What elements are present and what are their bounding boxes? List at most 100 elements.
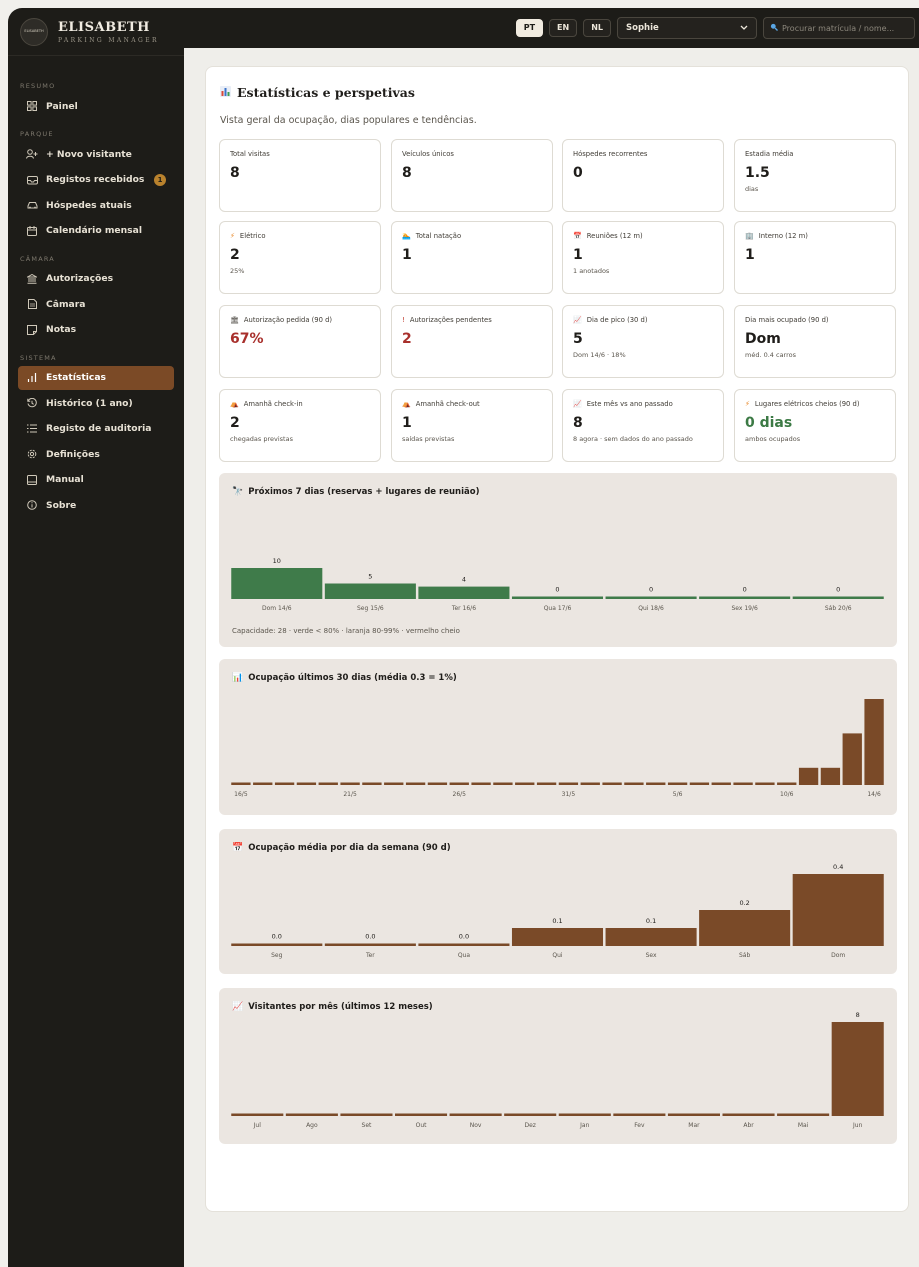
chart-bar — [362, 782, 382, 785]
x-tick-label: 16/5 — [234, 791, 248, 798]
chart-bar — [733, 782, 753, 785]
sidebar-item-manual[interactable]: Manual — [18, 468, 174, 492]
count-badge: 1 — [154, 173, 166, 186]
sidebar-item-registos-recebidos[interactable]: Registos recebidos 1 — [18, 168, 174, 192]
stat-value: 1 — [402, 415, 412, 431]
stat-card: 📈 Dia de pico (30 d) 5 Dom 14/6 · 18% — [562, 305, 724, 378]
search-box[interactable]: Procurar matrícula / nome... — [763, 17, 915, 39]
chart-bar — [340, 782, 360, 785]
book-icon — [26, 474, 38, 485]
chart-bar — [253, 782, 273, 785]
chart-panel-weekday-average: 📅 Ocupação média por dia da semana (90 d… — [219, 829, 897, 974]
sidebar-item-estatisticas[interactable]: Estatísticas — [18, 365, 174, 390]
stat-icon: 📅 — [573, 232, 582, 240]
brand: ELISABETH ELISABETH PARKING MANAGER — [8, 8, 184, 56]
stat-label-text: Este mês vs ano passado — [586, 400, 673, 408]
stat-label: ! Autorizações pendentes — [402, 316, 542, 324]
stat-label-text: Elétrico — [239, 232, 266, 240]
sidebar-item-sobre[interactable]: Sobre — [18, 493, 174, 517]
sidebar-item-definicoes[interactable]: Definições — [18, 442, 174, 466]
stat-icon: ⚡ — [745, 400, 750, 408]
sidebar-item-label: Histórico (1 ano) — [46, 397, 133, 409]
chart-bar — [689, 782, 710, 785]
x-tick-label: 10/6 — [780, 791, 794, 798]
stat-label-text: Amanhã check-out — [415, 400, 480, 408]
app-window: ELISABETH ELISABETH PARKING MANAGER RESU… — [8, 8, 919, 1267]
stat-card: Hóspedes recorrentes 0 — [562, 139, 724, 212]
bar-value-label: 0.1 — [552, 917, 562, 925]
sidebar-item-novo-visitante[interactable]: + Novo visitante — [18, 142, 174, 166]
stat-icon: ⛺ — [402, 400, 411, 408]
sidebar-item-label: Registos recebidos — [46, 174, 145, 185]
sidebar-item-historico[interactable]: Histórico (1 ano) — [18, 391, 174, 415]
stat-label-text: Dia de pico (30 d) — [586, 316, 648, 324]
lang-button-pt[interactable]: PT — [515, 19, 544, 37]
sidebar-item-notas[interactable]: Notas — [18, 318, 174, 342]
stat-label: 🏊 Total natação — [402, 232, 542, 240]
stat-subtext: ambos ocupados — [745, 435, 801, 443]
brand-logo[interactable]: ELISABETH — [20, 17, 48, 46]
stat-card: Veículos únicos 8 — [391, 139, 553, 212]
chart-bar — [384, 782, 404, 785]
search-input[interactable]: Procurar matrícula / nome... — [782, 24, 894, 33]
stat-card: Total visitas 8 — [219, 139, 381, 212]
top-bar: PT EN NL Sophie Procurar matrícula / nom… — [184, 8, 919, 48]
sidebar-item-calendario-mensal[interactable]: Calendário mensal — [18, 219, 174, 243]
chart-bar — [558, 782, 579, 785]
nav-section-camara: CÂMARA — [20, 254, 55, 263]
sidebar-item-label: Sobre — [46, 499, 77, 511]
chart-bar — [777, 1113, 830, 1116]
stat-label: 🏢 Interno (12 m) — [745, 232, 885, 240]
sidebar-item-painel[interactable]: Painel — [18, 94, 174, 118]
bar-value-label: 0.0 — [365, 933, 375, 941]
stat-label-text: Reuniões (12 m) — [586, 232, 643, 240]
chart-bar — [285, 1113, 338, 1116]
lang-button-nl[interactable]: NL — [583, 19, 611, 37]
chart-bar — [231, 1113, 284, 1116]
stat-label: 📅 Reuniões (12 m) — [573, 232, 713, 240]
stat-label-text: Dia mais ocupado (90 d) — [745, 316, 829, 324]
chart-bar — [231, 943, 323, 946]
stat-icon: 📈 — [573, 316, 582, 324]
sidebar-item-autorizacoes[interactable]: Autorizações — [18, 267, 174, 291]
x-tick-label: Sex 19/6 — [731, 605, 758, 612]
chart-panel-next-7-days: 🔭 Próximos 7 dias (reservas + lugares de… — [219, 473, 897, 647]
user-select[interactable]: Sophie — [617, 17, 757, 39]
chart-bar — [777, 782, 797, 785]
nav-section-resumo: RESUMO — [20, 82, 56, 90]
gear-icon — [26, 449, 38, 459]
stat-label: Estadia média — [745, 150, 885, 158]
sidebar-item-hospedes-atuais[interactable]: Hóspedes atuais — [18, 193, 174, 217]
stat-value: 1 — [745, 247, 755, 263]
sidebar-item-registo-auditoria[interactable]: Registo de auditoria — [18, 417, 174, 441]
stat-value: 1.5 — [745, 165, 770, 181]
document-icon — [26, 299, 38, 309]
bar-value-label: 10 — [273, 557, 281, 565]
sidebar-item-label: Registo de auditoria — [46, 423, 152, 434]
nav-section-sistema: SISTEMA — [20, 353, 57, 362]
chevron-down-icon — [740, 23, 748, 33]
chart-bar — [324, 583, 416, 599]
bar-value-label: 0.0 — [272, 933, 282, 941]
x-tick-label: Ter — [365, 952, 375, 959]
bar-value-label: 0 — [649, 586, 653, 594]
inbox-icon — [26, 175, 38, 185]
stat-card: 🏊 Total natação 1 — [391, 221, 553, 294]
stat-label-text: Autorização pedida (90 d) — [243, 316, 333, 324]
stat-value: 2 — [230, 415, 240, 431]
stat-icon: ⚡ — [230, 232, 235, 240]
x-tick-label: Seg 15/6 — [357, 605, 384, 612]
stat-icon: 📈 — [573, 400, 582, 408]
stat-label-text: Veículos únicos — [402, 150, 454, 158]
lang-button-en[interactable]: EN — [549, 19, 578, 37]
stat-card: Estadia média 1.5 dias — [734, 139, 896, 212]
x-tick-label: Qui — [552, 952, 563, 959]
stat-value: 0 — [573, 165, 583, 181]
x-tick-label: 14/6 — [867, 791, 881, 798]
chart-bar — [820, 767, 841, 785]
sidebar-item-camara[interactable]: Câmara — [18, 292, 174, 316]
chart-bar — [798, 767, 819, 785]
stat-subtext: dias — [745, 185, 759, 193]
x-tick-label: Ago — [306, 1122, 318, 1129]
x-tick-label: Fev — [634, 1122, 645, 1129]
